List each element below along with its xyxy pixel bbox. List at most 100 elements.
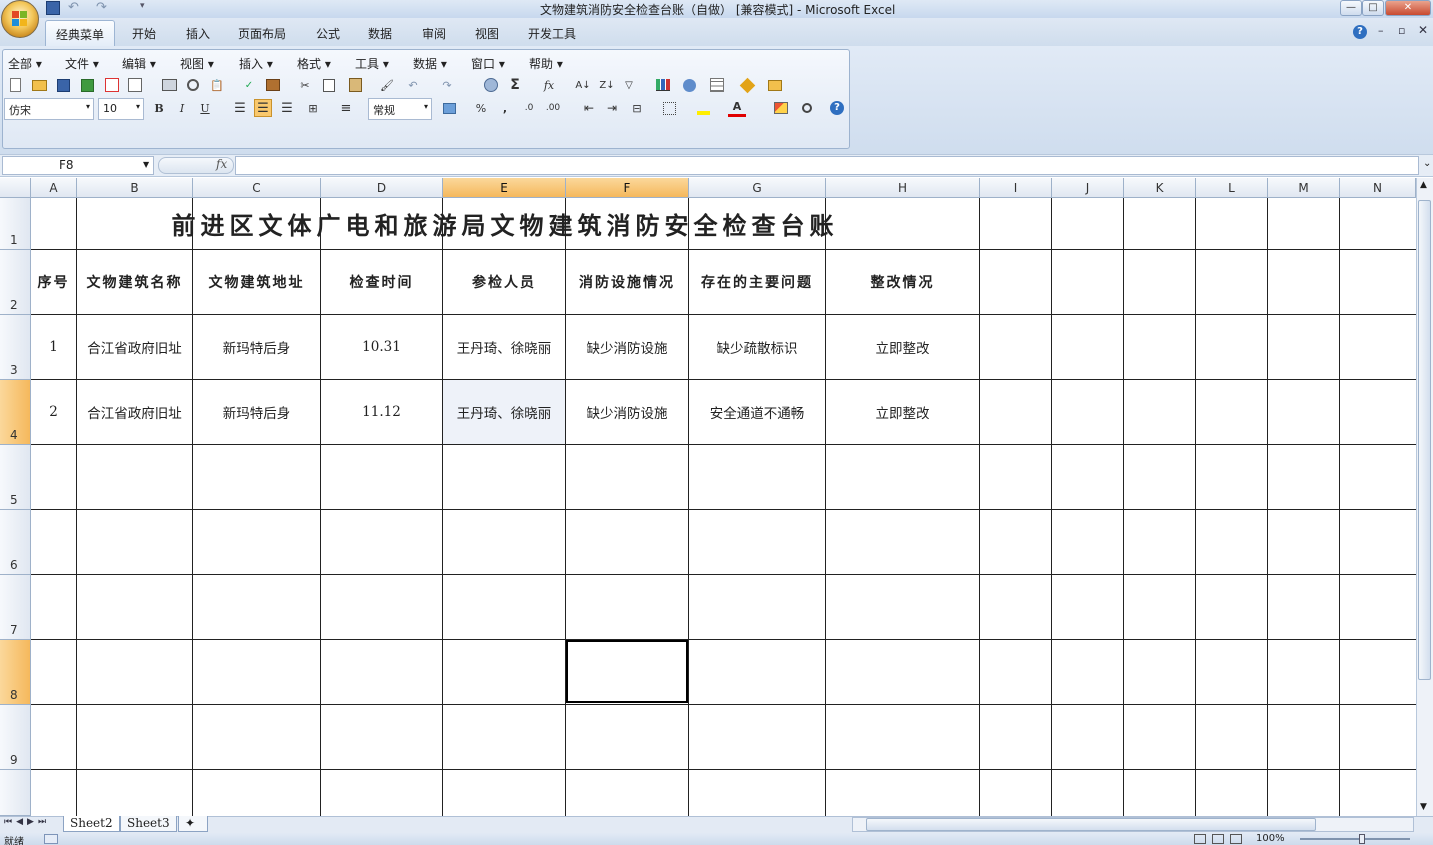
chart-wizard-icon[interactable] bbox=[654, 76, 672, 94]
menu-insert[interactable]: 插入 ▾ bbox=[239, 55, 273, 72]
tab-insert[interactable]: 插入 bbox=[186, 25, 210, 42]
column-header[interactable]: C bbox=[193, 178, 321, 198]
sheet-title-cell[interactable]: 前进区文体广电和旅游局文物建筑消防安全检查台账 bbox=[31, 198, 980, 250]
currency-icon[interactable] bbox=[440, 99, 458, 117]
font-color-icon[interactable]: A bbox=[728, 99, 746, 117]
save-icon[interactable] bbox=[46, 1, 60, 15]
column-header[interactable]: G bbox=[689, 178, 826, 198]
maximize-button[interactable]: □ bbox=[1362, 0, 1384, 16]
column-header[interactable]: L bbox=[1196, 178, 1268, 198]
tab-view[interactable]: 视图 bbox=[475, 25, 499, 42]
header-cell[interactable]: 整改情况 bbox=[826, 250, 980, 315]
save-icon[interactable] bbox=[54, 76, 72, 94]
hyperlink-icon[interactable] bbox=[482, 76, 500, 94]
cut-icon[interactable]: ✂ bbox=[296, 76, 314, 94]
normal-view-icon[interactable] bbox=[1194, 834, 1206, 844]
table-cell[interactable]: 11.12 bbox=[321, 380, 443, 445]
table-format-icon[interactable]: ⊟ bbox=[628, 99, 646, 117]
insert-function-button[interactable]: fx bbox=[216, 157, 227, 171]
formula-input[interactable] bbox=[235, 156, 1419, 175]
italic-button[interactable]: I bbox=[173, 99, 191, 117]
select-all-corner[interactable] bbox=[0, 178, 31, 198]
tab-home[interactable]: 开始 bbox=[132, 25, 156, 42]
grid-icon[interactable] bbox=[708, 76, 726, 94]
expand-formula-icon[interactable]: ⌄ bbox=[1423, 158, 1431, 169]
column-header[interactable]: D bbox=[321, 178, 443, 198]
table-cell[interactable]: 合江省政府旧址 bbox=[77, 380, 193, 445]
align-right-icon[interactable]: ☰ bbox=[278, 99, 296, 117]
table-cell[interactable]: 合江省政府旧址 bbox=[77, 315, 193, 380]
row-header[interactable]: 2 bbox=[0, 250, 31, 315]
table-cell[interactable]: 缺少疏散标识 bbox=[689, 315, 826, 380]
open-folder-icon[interactable] bbox=[30, 76, 48, 94]
worksheet-grid[interactable]: A B C D E F G H I J K L M N 1 2 3 4 5 6 … bbox=[0, 178, 1416, 816]
column-header[interactable]: J bbox=[1052, 178, 1124, 198]
font-size-select[interactable]: 10 ▾ bbox=[98, 98, 144, 120]
office-button[interactable] bbox=[1, 0, 39, 38]
insert-sheet-icon[interactable]: ✦ bbox=[178, 816, 208, 832]
header-cell[interactable]: 检查时间 bbox=[321, 250, 443, 315]
workbook-close-icon[interactable]: ✕ bbox=[1418, 23, 1428, 37]
fill-color-icon[interactable] bbox=[694, 99, 712, 117]
sort-ascending-icon[interactable]: A↓ bbox=[574, 76, 592, 94]
menu-data[interactable]: 数据 ▾ bbox=[413, 55, 447, 72]
table-cell[interactable]: 王丹琦、徐晓丽 bbox=[443, 380, 566, 445]
print-icon[interactable] bbox=[160, 76, 178, 94]
column-header[interactable]: M bbox=[1268, 178, 1340, 198]
scroll-up-icon[interactable]: ▲ bbox=[1420, 180, 1427, 190]
tab-data[interactable]: 数据 bbox=[368, 25, 392, 42]
row-header[interactable] bbox=[0, 770, 31, 816]
decrease-decimal-icon[interactable]: .00 bbox=[544, 99, 562, 117]
new-document-icon[interactable] bbox=[6, 76, 24, 94]
permission-icon[interactable] bbox=[78, 76, 96, 94]
row-header[interactable]: 4 bbox=[0, 380, 31, 445]
ribbon-restore-icon[interactable]: ▫ bbox=[1398, 24, 1405, 37]
table-cell[interactable]: 1 bbox=[31, 315, 77, 380]
table-cell[interactable]: 立即整改 bbox=[826, 315, 980, 380]
magnify-preview-icon[interactable] bbox=[184, 76, 202, 94]
sheet-nav-arrows-icon[interactable]: ⏮◀▶⏭ bbox=[4, 817, 50, 827]
tools-diamond-icon[interactable] bbox=[738, 76, 756, 94]
column-header[interactable]: K bbox=[1124, 178, 1196, 198]
redo-icon[interactable]: ↷ bbox=[438, 76, 456, 94]
underline-button[interactable]: U bbox=[196, 99, 214, 117]
zoom-slider[interactable] bbox=[1300, 838, 1410, 840]
autofilter-icon[interactable]: ▽ bbox=[620, 76, 638, 94]
increase-indent-icon[interactable]: ⇥ bbox=[603, 99, 621, 117]
row-header[interactable]: 5 bbox=[0, 445, 31, 510]
row-header[interactable]: 7 bbox=[0, 575, 31, 640]
header-cell[interactable]: 存在的主要问题 bbox=[689, 250, 826, 315]
zoom-slider-thumb[interactable] bbox=[1359, 834, 1365, 844]
borders-icon[interactable] bbox=[660, 99, 678, 117]
vertical-scroll-thumb[interactable] bbox=[1418, 200, 1431, 680]
picture-icon[interactable] bbox=[772, 99, 790, 117]
redo-icon[interactable]: ↷ bbox=[96, 0, 107, 15]
menu-format[interactable]: 格式 ▾ bbox=[297, 55, 331, 72]
autosum-icon[interactable]: Σ bbox=[506, 76, 524, 94]
column-header[interactable]: F bbox=[566, 178, 689, 198]
comma-button[interactable]: , bbox=[496, 99, 514, 117]
align-left-icon[interactable]: ☰ bbox=[231, 99, 249, 117]
row-header[interactable]: 9 bbox=[0, 705, 31, 770]
column-header[interactable]: B bbox=[77, 178, 193, 198]
undo-icon[interactable]: ↶ bbox=[404, 76, 422, 94]
research-icon[interactable]: 📋 bbox=[208, 76, 226, 94]
close-button[interactable]: ✕ bbox=[1385, 0, 1431, 16]
quick-access-dropdown-icon[interactable]: ▾ bbox=[140, 1, 145, 11]
tab-classic-menu[interactable]: 经典菜单 bbox=[45, 20, 115, 46]
column-header[interactable]: A bbox=[31, 178, 77, 198]
tab-formulas[interactable]: 公式 bbox=[316, 25, 340, 42]
row-header[interactable]: 1 bbox=[0, 198, 31, 250]
page-break-view-icon[interactable] bbox=[1230, 834, 1242, 844]
tab-review[interactable]: 审阅 bbox=[422, 25, 446, 42]
undo-icon[interactable]: ↶ bbox=[68, 0, 79, 15]
menu-all[interactable]: 全部 ▾ bbox=[8, 55, 42, 72]
align-center-icon[interactable]: ☰ bbox=[254, 99, 272, 117]
research-book-icon[interactable] bbox=[264, 76, 282, 94]
macro-record-icon[interactable] bbox=[44, 834, 58, 844]
help-icon[interactable]: ? bbox=[1353, 25, 1367, 39]
menu-edit[interactable]: 编辑 ▾ bbox=[122, 55, 156, 72]
ribbon-minimize-icon[interactable]: – bbox=[1378, 24, 1384, 37]
name-box-dropdown-icon[interactable]: ▼ bbox=[143, 160, 149, 169]
header-cell[interactable]: 参检人员 bbox=[443, 250, 566, 315]
